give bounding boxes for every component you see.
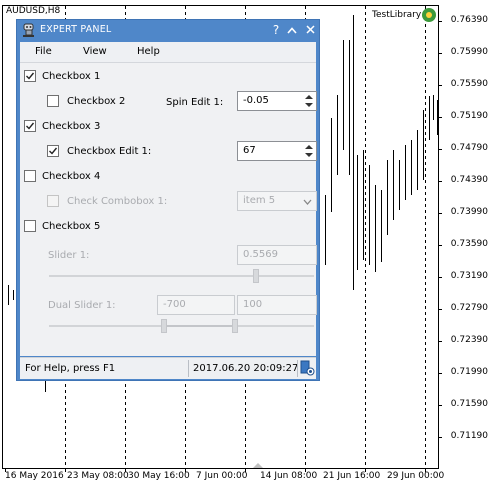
menu-file[interactable]: File xyxy=(35,46,52,57)
checkmark-icon xyxy=(26,122,35,130)
checkbox-edit-1[interactable]: Checkbox Edit 1: xyxy=(47,145,151,157)
checkbox-5[interactable]: Checkbox 5 xyxy=(24,220,100,232)
checkbox-edit-1-box[interactable] xyxy=(47,145,59,157)
price-label: 0.75990 xyxy=(450,47,488,57)
dual-slider-1-high: 100 xyxy=(243,299,263,310)
checkbox-2-label: Checkbox 2 xyxy=(67,95,126,107)
chevron-down-icon xyxy=(303,199,312,205)
dual-slider-1-low-field: -700 xyxy=(157,295,235,315)
dual-slider-1-high-field: 100 xyxy=(237,295,317,315)
status-help-text: For Help, press F1 xyxy=(25,363,116,374)
dual-slider-1-label: Dual Slider 1: xyxy=(48,300,116,311)
indicator-icon xyxy=(422,8,436,22)
price-label: 0.74390 xyxy=(450,175,488,185)
price-label: 0.71590 xyxy=(450,399,488,409)
spin-down-icon[interactable] xyxy=(305,103,313,107)
spin-edit-1-value: -0.05 xyxy=(243,95,269,106)
spin-down-icon[interactable] xyxy=(305,153,313,157)
time-label: 16 May 2016 xyxy=(5,471,64,481)
spin-edit-1-label: Spin Edit 1: xyxy=(166,97,224,108)
checkbox-edit-1-value: 67 xyxy=(243,145,256,156)
indicator-label: TestLibrary xyxy=(372,10,422,20)
checkbox-5-label: Checkbox 5 xyxy=(42,220,101,232)
checkbox-5-box[interactable] xyxy=(24,220,36,232)
chevron-up-icon xyxy=(287,27,297,34)
slider-1-track xyxy=(49,275,314,277)
price-label: 0.71190 xyxy=(450,431,488,441)
checkbox-2-box[interactable] xyxy=(47,95,59,107)
slider-1-label: Slider 1: xyxy=(48,250,90,261)
spin-edit-1-input[interactable]: -0.05 xyxy=(237,91,317,111)
checkbox-3-label: Checkbox 3 xyxy=(42,120,101,132)
close-icon xyxy=(305,25,315,34)
checkbox-3-box[interactable] xyxy=(24,120,36,132)
checkbox-2[interactable]: Checkbox 2 xyxy=(47,95,125,107)
checkbox-edit-1-input[interactable]: 67 xyxy=(237,141,317,161)
spin-edit-1-spinner[interactable] xyxy=(304,93,315,109)
slider-1-value-field: 0.5569 xyxy=(237,245,317,265)
dual-slider-1-low-thumb xyxy=(161,319,167,333)
check-combobox-1: Check Combobox 1: xyxy=(47,195,167,207)
checkbox-edit-1-label: Checkbox Edit 1: xyxy=(67,145,152,157)
checkbox-1-box[interactable] xyxy=(24,70,36,82)
spin-up-icon[interactable] xyxy=(305,95,313,99)
checkbox-1[interactable]: Checkbox 1 xyxy=(24,70,100,82)
time-label: 23 May 08:00 xyxy=(67,471,129,481)
collapse-button[interactable] xyxy=(283,22,301,39)
price-label: 0.76390 xyxy=(450,15,488,25)
price-label: 0.73190 xyxy=(450,271,488,281)
expert-advisor-icon xyxy=(23,23,34,37)
checkbox-4-label: Checkbox 4 xyxy=(42,170,101,182)
checkbox-4[interactable]: Checkbox 4 xyxy=(24,170,100,182)
slider-1-thumb xyxy=(253,269,259,283)
checkbox-3[interactable]: Checkbox 3 xyxy=(24,120,100,132)
status-datetime: 2017.06.20 20:09:27 xyxy=(193,363,299,374)
check-combobox-1-select: item 5 xyxy=(237,191,317,211)
price-label: 0.74790 xyxy=(450,143,488,153)
time-label: 14 Jun 08:00 xyxy=(260,471,318,481)
symbol-label: AUDUSD,H8 xyxy=(6,6,61,16)
dual-slider-1-low: -700 xyxy=(163,299,186,310)
panel-title-bar[interactable]: EXPERT PANEL ? xyxy=(17,20,319,41)
price-label: 0.73590 xyxy=(450,239,488,249)
status-bar: For Help, press F1 2017.06.20 20:09:27 xyxy=(20,357,316,379)
status-separator xyxy=(188,360,189,377)
checkbox-edit-1-spinner[interactable] xyxy=(304,143,315,159)
price-label: 0.71990 xyxy=(450,367,488,377)
checkbox-4-box[interactable] xyxy=(24,170,36,182)
check-combobox-1-box xyxy=(47,195,59,207)
time-label: 29 Jun 00:00 xyxy=(387,471,445,481)
checkmark-icon xyxy=(49,147,58,155)
close-button[interactable] xyxy=(301,22,319,39)
dual-slider-1-high-thumb xyxy=(232,319,238,333)
menu-bar: File View Help xyxy=(20,42,316,63)
price-label: 0.72790 xyxy=(450,303,488,313)
spin-up-icon[interactable] xyxy=(305,145,313,149)
panel-client-area: Checkbox 1 Checkbox 2 Spin Edit 1: -0.05… xyxy=(20,63,317,356)
slider-1-value: 0.5569 xyxy=(243,249,278,260)
menu-help[interactable]: Help xyxy=(137,46,160,57)
time-label: 30 May 16:00 xyxy=(128,471,190,481)
checkmark-icon xyxy=(26,72,35,80)
price-label: 0.75190 xyxy=(450,111,488,121)
price-label: 0.75590 xyxy=(450,79,488,89)
price-label: 0.72390 xyxy=(450,335,488,345)
price-label: 0.73990 xyxy=(450,207,488,217)
menu-view[interactable]: View xyxy=(83,46,107,57)
connection-status-icon xyxy=(300,360,315,376)
status-separator xyxy=(297,360,298,377)
check-combobox-1-label: Check Combobox 1: xyxy=(67,195,168,207)
time-label: 21 Jun 16:00 xyxy=(323,471,381,481)
expert-panel-window[interactable]: EXPERT PANEL ? File View Help Checkbox 1… xyxy=(16,19,320,381)
time-label: 7 Jun 00:00 xyxy=(196,471,248,481)
check-combobox-1-value: item 5 xyxy=(243,195,276,206)
panel-title: EXPERT PANEL xyxy=(40,24,112,35)
dual-slider-1-range xyxy=(164,325,236,327)
checkbox-1-label: Checkbox 1 xyxy=(42,70,101,82)
